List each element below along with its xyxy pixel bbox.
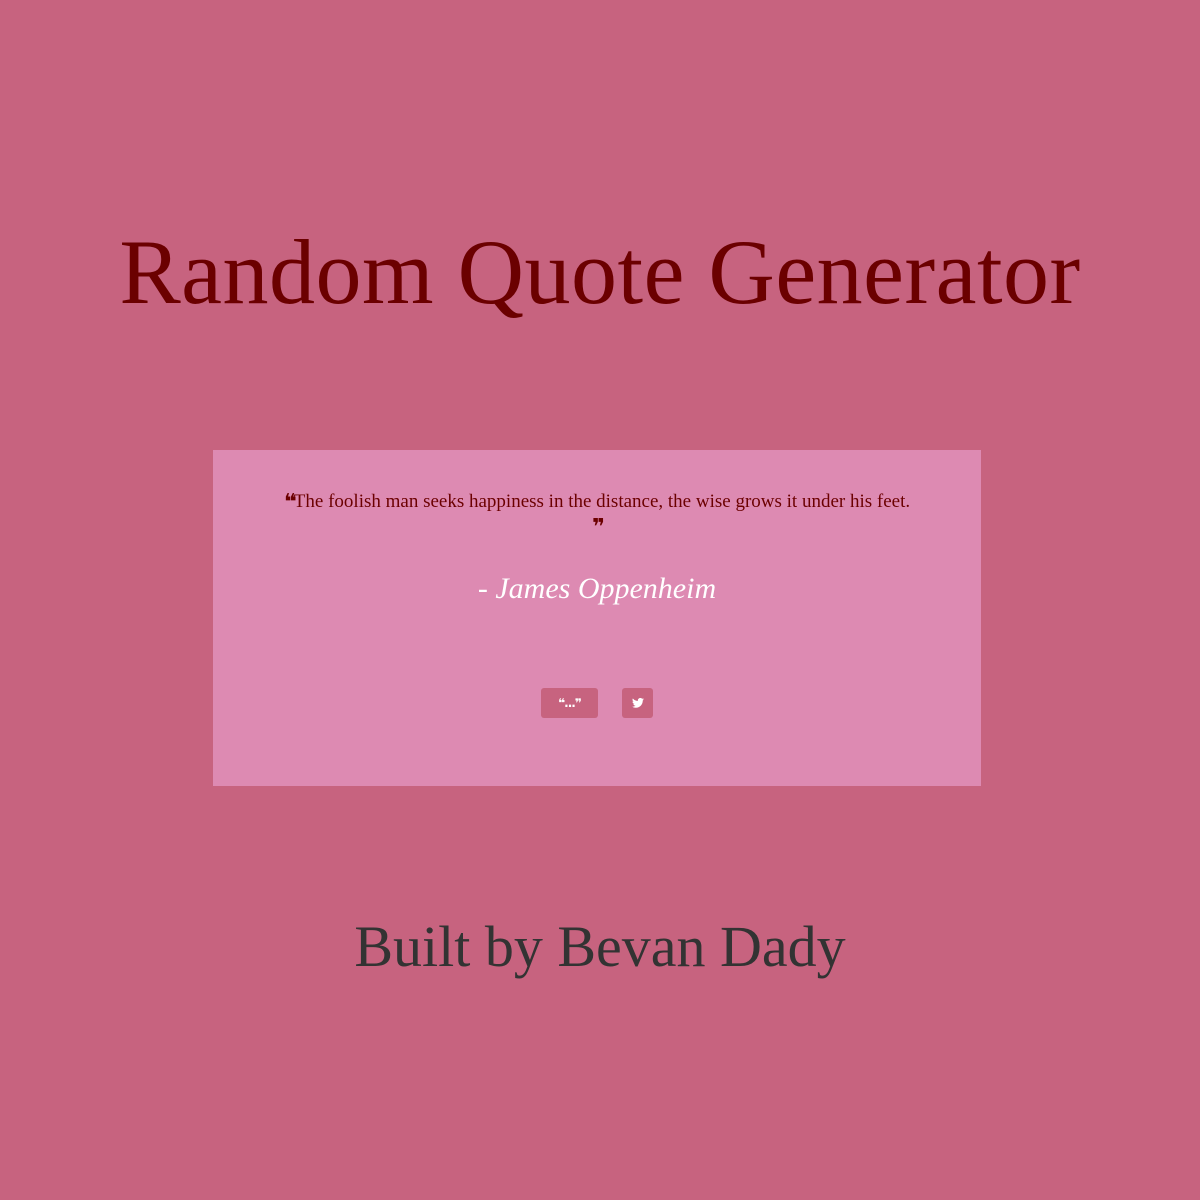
quote-text-block: ❝The foolish man seeks happiness in the … <box>253 488 941 541</box>
footer-credit: Built by Bevan Dady <box>354 914 846 979</box>
close-quote-icon: ❞ <box>592 515 605 540</box>
new-quote-button[interactable]: ❝...❞ <box>541 688 598 718</box>
quote-icon: ❝...❞ <box>558 696 582 710</box>
tweet-button[interactable] <box>622 688 653 718</box>
twitter-icon <box>631 698 644 708</box>
quote-text: The foolish man seeks happiness in the d… <box>293 491 911 512</box>
quote-card: ❝The foolish man seeks happiness in the … <box>213 450 981 786</box>
quote-author: - James Oppenheim <box>477 572 717 605</box>
open-quote-icon: ❝ <box>283 490 297 515</box>
page-title: Random Quote Generator <box>119 221 1081 323</box>
